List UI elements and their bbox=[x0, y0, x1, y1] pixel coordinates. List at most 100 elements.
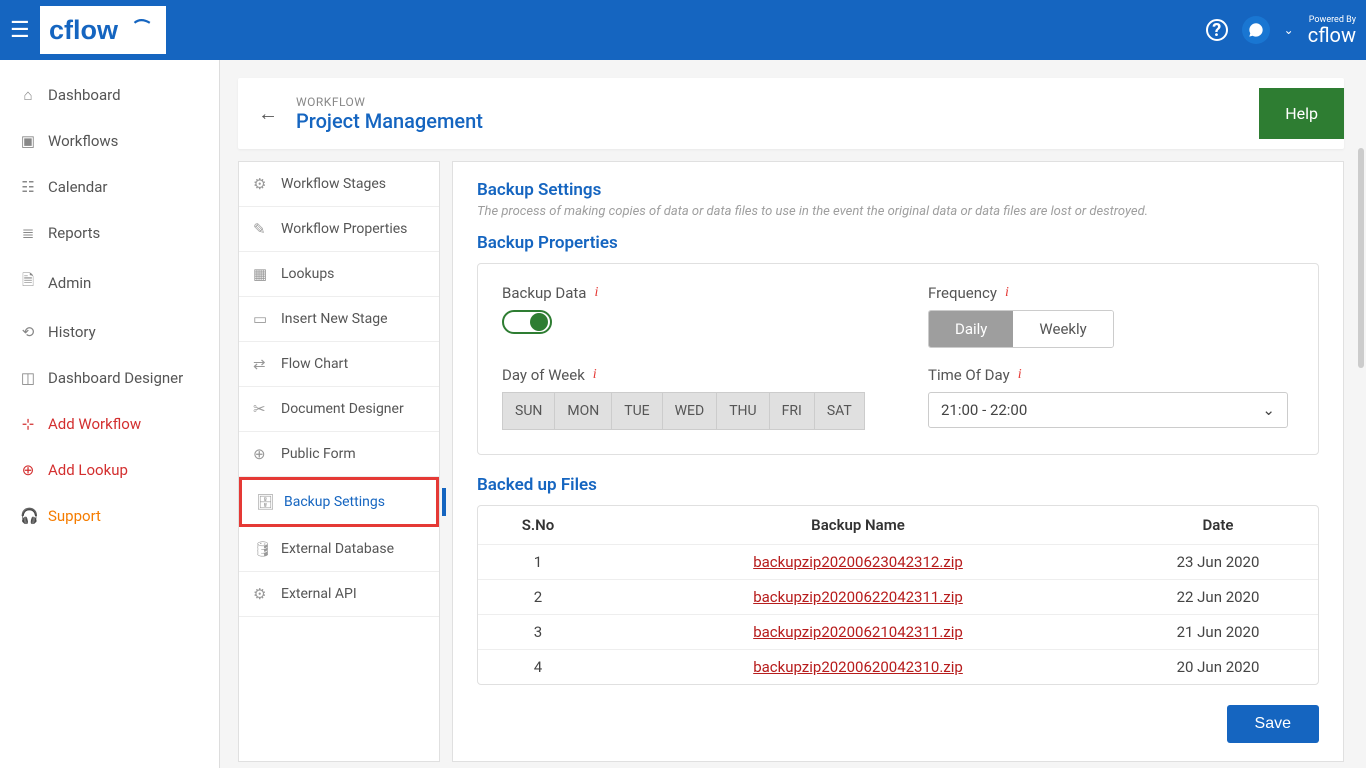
sub-item-workflow-stages[interactable]: ⚙ Workflow Stages bbox=[239, 162, 439, 207]
nav-item-support[interactable]: 🎧Support bbox=[0, 493, 219, 539]
day-thu[interactable]: THU bbox=[717, 392, 769, 430]
time-of-day-select[interactable]: 21:00 - 22:00 ⌄ bbox=[928, 392, 1288, 428]
col-backup-name: Backup Name bbox=[598, 506, 1118, 545]
section-subtitle: Backup Properties bbox=[477, 233, 1319, 253]
help-button[interactable]: Help bbox=[1259, 88, 1344, 139]
sub-label: Lookups bbox=[281, 266, 334, 282]
sub-item-lookups[interactable]: ▦ Lookups bbox=[239, 252, 439, 297]
lookups-icon: ▦ bbox=[253, 265, 271, 283]
sub-item-public-form[interactable]: ⊕Public Form bbox=[239, 432, 439, 477]
cell-date: 23 Jun 2020 bbox=[1118, 545, 1318, 580]
sub-label: External Database bbox=[281, 541, 394, 557]
nav-label: Dashboard Designer bbox=[48, 369, 183, 387]
history-icon: ⟲ bbox=[20, 323, 36, 341]
day-sun[interactable]: SUN bbox=[502, 392, 555, 430]
info-icon[interactable]: i bbox=[1018, 367, 1022, 383]
frequency-toggle: DailyWeekly bbox=[928, 310, 1114, 348]
nav-item-dashboard[interactable]: ⌂Dashboard bbox=[0, 72, 219, 118]
table-row: 1backupzip20200623042312.zip23 Jun 2020 bbox=[478, 545, 1318, 580]
calendar-icon: ☷ bbox=[20, 178, 36, 196]
logo[interactable]: cflow bbox=[40, 6, 166, 54]
sub-item-backup-settings[interactable]: 🗄Backup Settings bbox=[239, 477, 439, 527]
sub-item-document-designer[interactable]: ✂ Document Designer bbox=[239, 387, 439, 432]
section-title: Backup Settings bbox=[477, 180, 1319, 200]
admin-icon: 🗎 bbox=[20, 270, 36, 295]
table-row: 3backupzip20200621042311.zip21 Jun 2020 bbox=[478, 615, 1318, 650]
nav-item-dashboard-designer[interactable]: ◫Dashboard Designer bbox=[0, 355, 219, 401]
backup-link[interactable]: backupzip20200622042311.zip bbox=[753, 588, 963, 606]
day-of-week-label: Day of Weeki bbox=[502, 366, 868, 384]
external-database-icon: 🛢 bbox=[253, 540, 271, 558]
nav-item-calendar[interactable]: ☷ Calendar bbox=[0, 164, 219, 210]
backup-link[interactable]: backupzip20200623042312.zip bbox=[753, 553, 963, 571]
nav-item-add-workflow[interactable]: ⊹ Add Workflow bbox=[0, 401, 219, 447]
cell-name: backupzip20200622042311.zip bbox=[598, 580, 1118, 615]
document-designer-icon: ✂ bbox=[253, 400, 271, 418]
flow-chart-icon: ⇄ bbox=[253, 355, 271, 373]
cell-sno: 4 bbox=[478, 650, 598, 685]
chat-icon[interactable] bbox=[1242, 16, 1270, 44]
info-icon[interactable]: i bbox=[1005, 285, 1009, 301]
nav-label: Add Workflow bbox=[48, 415, 141, 433]
backup-link[interactable]: backupzip20200621042311.zip bbox=[753, 623, 963, 641]
sub-label: Flow Chart bbox=[281, 356, 348, 372]
sub-label: Workflow Properties bbox=[281, 221, 407, 237]
workflow-stages-icon: ⚙ bbox=[253, 175, 271, 193]
cell-date: 22 Jun 2020 bbox=[1118, 580, 1318, 615]
day-wed[interactable]: WED bbox=[663, 392, 718, 430]
nav-item-history[interactable]: ⟲History bbox=[0, 309, 219, 355]
nav-item-add-lookup[interactable]: ⊕Add Lookup bbox=[0, 447, 219, 493]
backup-link[interactable]: backupzip20200620042310.zip bbox=[753, 658, 963, 676]
sub-item-insert-new-stage[interactable]: ▭ Insert New Stage bbox=[239, 297, 439, 342]
sub-label: External API bbox=[281, 586, 357, 602]
public-form-icon: ⊕ bbox=[253, 445, 271, 463]
day-tue[interactable]: TUE bbox=[612, 392, 662, 430]
nav-label: Calendar bbox=[48, 178, 108, 196]
cell-sno: 3 bbox=[478, 615, 598, 650]
nav-label: Support bbox=[48, 507, 101, 525]
cell-date: 20 Jun 2020 bbox=[1118, 650, 1318, 685]
nav-item-admin[interactable]: 🗎 Admin bbox=[0, 256, 219, 309]
help-icon[interactable]: ? bbox=[1206, 19, 1228, 41]
sub-label: Document Designer bbox=[281, 401, 404, 417]
page-title: Project Management bbox=[296, 109, 483, 133]
backup-data-toggle[interactable] bbox=[502, 310, 552, 334]
backup-settings-icon: 🗄 bbox=[256, 493, 274, 511]
info-icon[interactable]: i bbox=[594, 285, 598, 301]
nav-item-workflows[interactable]: ▣Workflows bbox=[0, 118, 219, 164]
sub-item-external-api[interactable]: ⚙ External API bbox=[239, 572, 439, 617]
files-title: Backed up Files bbox=[477, 475, 1319, 495]
freq-daily[interactable]: Daily bbox=[929, 311, 1013, 347]
freq-weekly[interactable]: Weekly bbox=[1013, 311, 1112, 347]
external-api-icon: ⚙ bbox=[253, 585, 271, 603]
sub-label: Workflow Stages bbox=[281, 176, 386, 192]
insert-new-stage-icon: ▭ bbox=[253, 310, 271, 328]
svg-text:cflow: cflow bbox=[49, 15, 119, 45]
day-mon[interactable]: MON bbox=[555, 392, 612, 430]
backup-files-table: S.NoBackup NameDate 1backupzip2020062304… bbox=[478, 506, 1318, 684]
sub-item-external-database[interactable]: 🛢 External Database bbox=[239, 527, 439, 572]
nav-label: Admin bbox=[48, 274, 91, 292]
day-fri[interactable]: FRI bbox=[770, 392, 815, 430]
back-arrow-icon[interactable]: ← bbox=[258, 101, 278, 126]
table-row: 4 backupzip20200620042310.zip 20 Jun 2020 bbox=[478, 650, 1318, 685]
day-sat[interactable]: SAT bbox=[815, 392, 865, 430]
day-selector: SUNMONTUEWEDTHUFRISAT bbox=[502, 392, 868, 430]
sub-item-workflow-properties[interactable]: ✎ Workflow Properties bbox=[239, 207, 439, 252]
cell-sno: 2 bbox=[478, 580, 598, 615]
sub-label: Insert New Stage bbox=[281, 311, 388, 327]
chevron-down-icon[interactable]: ⌄ bbox=[1284, 23, 1294, 37]
workflow-properties-icon: ✎ bbox=[253, 220, 271, 238]
nav-item-reports[interactable]: ≣Reports bbox=[0, 210, 219, 256]
save-button[interactable]: Save bbox=[1227, 705, 1319, 743]
scrollbar[interactable] bbox=[1358, 148, 1364, 368]
app-header: ☰ cflow ? ⌄ Powered By cflow bbox=[0, 0, 1366, 60]
nav-label: Reports bbox=[48, 224, 100, 242]
add-workflow-icon: ⊹ bbox=[20, 415, 36, 433]
section-desc: The process of making copies of data or … bbox=[477, 204, 1319, 219]
page-header: ← WORKFLOW Project Management Help bbox=[238, 78, 1344, 149]
sub-item-flow-chart[interactable]: ⇄ Flow Chart bbox=[239, 342, 439, 387]
info-icon[interactable]: i bbox=[593, 367, 597, 383]
nav-label: Add Lookup bbox=[48, 461, 128, 479]
menu-icon[interactable]: ☰ bbox=[10, 18, 30, 43]
